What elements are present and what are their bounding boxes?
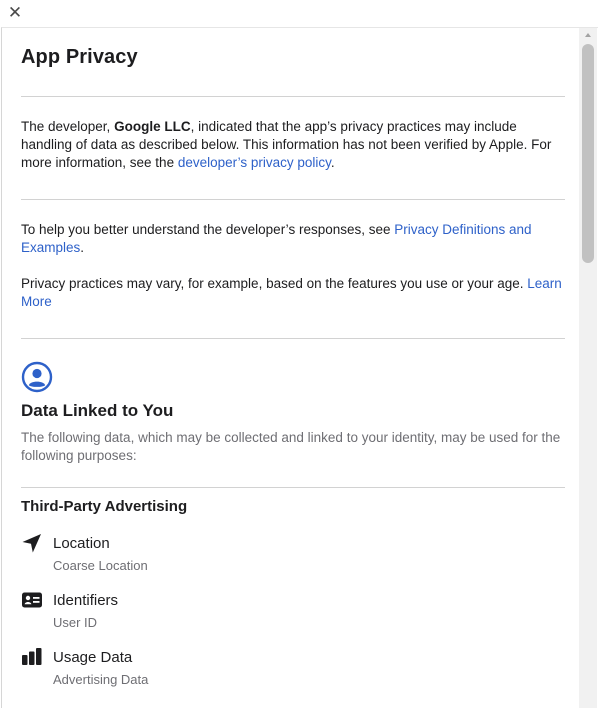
scroll-up-arrow-icon[interactable] <box>579 28 597 42</box>
developer-privacy-policy-link[interactable]: developer’s privacy policy <box>178 155 331 170</box>
vary-message: Privacy practices may vary, for example,… <box>21 276 528 291</box>
category-detail: User ID <box>53 615 98 630</box>
category-location: Location Coarse Location <box>21 532 321 576</box>
purpose-heading: Third-Party Advertising <box>21 498 188 515</box>
scrollbar[interactable] <box>579 28 597 708</box>
divider <box>21 338 565 339</box>
help-text: To help you better understand the develo… <box>21 221 565 257</box>
close-button[interactable]: ✕ <box>6 3 24 23</box>
category-detail: Advertising Data <box>53 672 149 687</box>
location-arrow-icon <box>22 534 41 553</box>
person-circle-icon <box>21 361 53 393</box>
category-name: Identifiers <box>53 592 119 609</box>
category-identifiers: Identifiers User ID <box>21 589 321 633</box>
divider <box>21 487 565 488</box>
category-name: Location <box>53 535 110 552</box>
divider <box>21 199 565 200</box>
developer-intro: The developer, Google LLC, indicated tha… <box>21 118 565 172</box>
category-name: Usage Data <box>53 649 133 666</box>
intro-text: . <box>330 155 335 170</box>
help-prefix: To help you better understand the develo… <box>21 222 395 237</box>
section-description: The following data, which may be collect… <box>21 430 561 463</box>
category-usage-data: Usage Data Advertising Data <box>21 646 321 690</box>
scrollbar-thumb[interactable] <box>582 44 594 263</box>
divider <box>21 96 565 97</box>
bar-chart-icon <box>22 648 42 665</box>
section-title: Data Linked to You <box>21 401 174 420</box>
intro-text: The developer, <box>21 119 115 134</box>
page-title: App Privacy <box>21 46 138 68</box>
developer-name: Google LLC <box>114 119 191 134</box>
id-card-icon <box>22 592 42 608</box>
vary-text: Privacy practices may vary, for example,… <box>21 275 565 311</box>
help-suffix: . <box>80 240 85 255</box>
category-detail: Coarse Location <box>53 558 148 573</box>
app-privacy-modal: App Privacy The developer, Google LLC, i… <box>1 27 598 708</box>
